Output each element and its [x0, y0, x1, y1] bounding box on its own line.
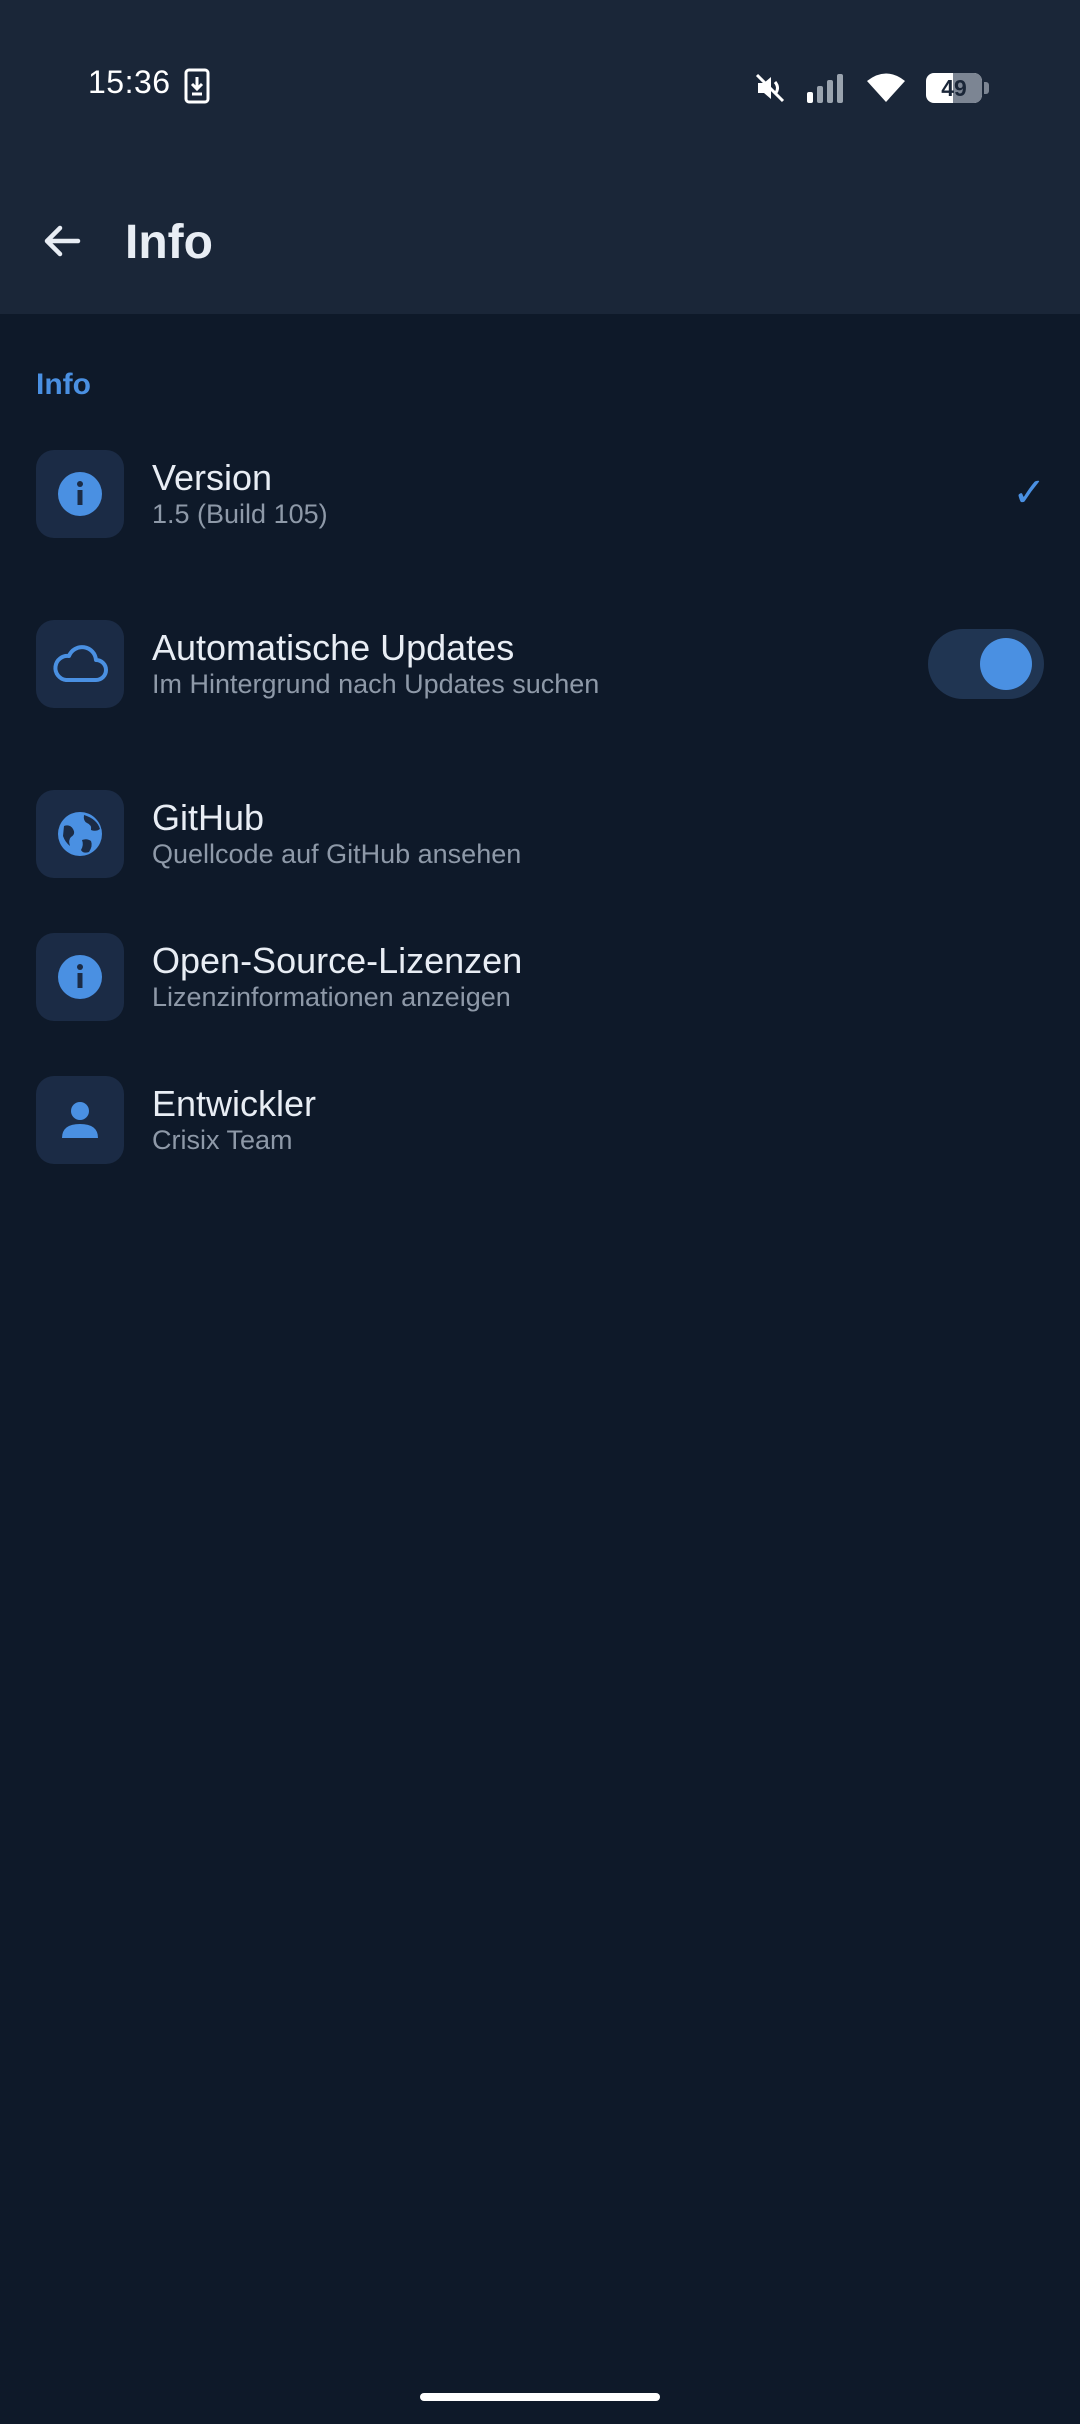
signal-icon: [806, 72, 846, 104]
cloud-icon: [36, 620, 124, 708]
developer-title: Entwickler: [152, 1083, 317, 1124]
version-row[interactable]: Version 1.5 (Build 105) ✓: [0, 425, 1080, 565]
auto-updates-subtitle: Im Hintergrund nach Updates suchen: [152, 669, 600, 699]
info-icon: [36, 450, 124, 538]
battery-percent: 49: [941, 75, 967, 101]
licenses-subtitle: Lizenzinformationen anzeigen: [152, 982, 511, 1012]
check-icon: ✓: [1012, 471, 1046, 515]
status-time: 15:36: [88, 64, 171, 100]
mute-icon: [754, 72, 786, 104]
back-button[interactable]: [26, 207, 98, 279]
developer-subtitle: Crisix Team: [152, 1125, 293, 1155]
licenses-title: Open-Source-Lizenzen: [152, 940, 523, 981]
auto-updates-row[interactable]: Automatische Updates Im Hintergrund nach…: [0, 595, 1080, 735]
version-value: 1.5 (Build 105): [152, 499, 328, 529]
developer-row[interactable]: Entwickler Crisix Team: [0, 1051, 1080, 1191]
info-icon: [36, 933, 124, 1021]
version-title: Version: [152, 457, 273, 498]
download-notification-icon: [183, 68, 211, 104]
top-app-bar: 15:36 49 Info: [0, 0, 1080, 314]
github-row[interactable]: GitHub Quellcode auf GitHub ansehen: [0, 765, 1080, 905]
globe-icon: [36, 790, 124, 878]
github-subtitle: Quellcode auf GitHub ansehen: [152, 839, 522, 869]
arrow-back-icon: [40, 219, 84, 268]
status-icons: 49: [754, 66, 994, 110]
section-header: Info: [36, 368, 91, 401]
toggle-knob: [980, 638, 1032, 690]
battery-icon: 49: [926, 73, 994, 103]
github-title: GitHub: [152, 797, 265, 838]
person-icon: [36, 1076, 124, 1164]
auto-updates-toggle[interactable]: [928, 629, 1044, 699]
licenses-row[interactable]: Open-Source-Lizenzen Lizenzinformationen…: [0, 908, 1080, 1048]
auto-updates-title: Automatische Updates: [152, 627, 515, 668]
status-bar: 15:36 49: [0, 0, 1080, 175]
home-indicator[interactable]: [420, 2393, 660, 2401]
page-title: Info: [125, 216, 213, 269]
wifi-icon: [866, 72, 906, 104]
